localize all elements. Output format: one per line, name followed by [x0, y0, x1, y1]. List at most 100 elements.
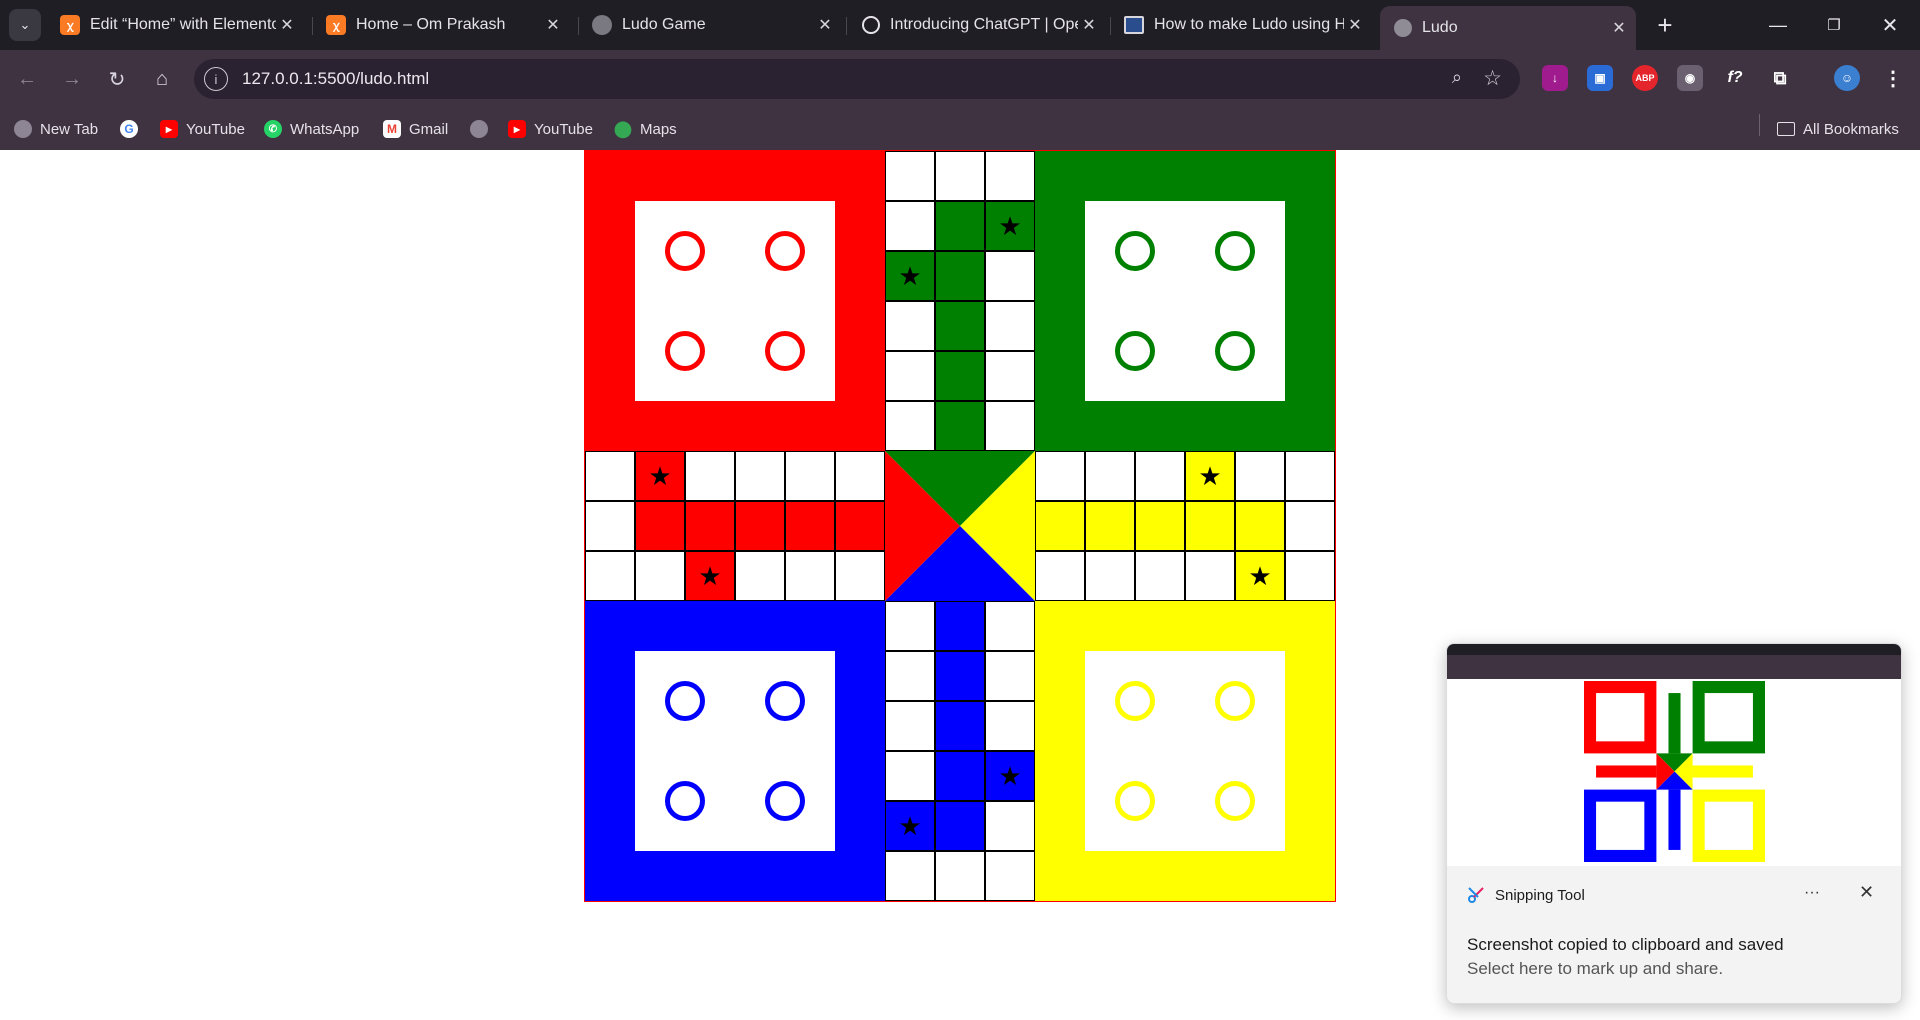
track-cell-top[interactable]	[885, 201, 935, 251]
track-cell-left[interactable]	[635, 501, 685, 551]
track-cell-right[interactable]	[1185, 551, 1235, 601]
track-cell-bottom[interactable]	[935, 801, 985, 851]
track-cell-right[interactable]	[1135, 551, 1185, 601]
track-cell-top[interactable]	[985, 151, 1035, 201]
track-cell-right[interactable]	[1235, 451, 1285, 501]
track-cell-top[interactable]	[985, 351, 1035, 401]
track-cell-left[interactable]	[585, 501, 635, 551]
green-token[interactable]	[1215, 331, 1255, 371]
minimize-icon[interactable]: —	[1752, 0, 1804, 50]
track-cell-right[interactable]	[1135, 501, 1185, 551]
track-cell-right[interactable]	[1085, 451, 1135, 501]
blue-token[interactable]	[665, 681, 705, 721]
restore-icon[interactable]: ❐	[1808, 0, 1860, 50]
tab-om-prakash[interactable]: ꭓ Home – Om Prakash ✕	[312, 8, 570, 42]
tab-ludo-active[interactable]: Ludo ✕	[1380, 6, 1636, 50]
track-cell-right[interactable]	[1285, 451, 1335, 501]
track-cell-top[interactable]	[935, 351, 985, 401]
track-cell-bottom[interactable]	[985, 651, 1035, 701]
track-cell-right[interactable]	[1235, 501, 1285, 551]
track-cell-left[interactable]	[685, 501, 735, 551]
track-cell-bottom[interactable]	[885, 751, 935, 801]
bookmark-youtube-2[interactable]: ▶ YouTube	[508, 116, 593, 142]
track-cell-bottom[interactable]	[985, 701, 1035, 751]
track-cell-left[interactable]	[785, 551, 835, 601]
track-cell-right[interactable]	[1285, 501, 1335, 551]
bookmark-google[interactable]: G	[120, 116, 146, 142]
snipping-tool-notification[interactable]: Snipping Tool ··· ✕ Screenshot copied to…	[1446, 643, 1902, 1004]
tab-ludo-game[interactable]: Ludo Game ✕	[578, 8, 842, 42]
track-cell-top[interactable]	[885, 401, 935, 451]
track-cell-bottom[interactable]: ★	[885, 801, 935, 851]
track-cell-right[interactable]: ★	[1235, 551, 1285, 601]
tab-close-icon[interactable]: ✕	[1078, 15, 1100, 35]
track-cell-bottom[interactable]	[935, 601, 985, 651]
back-arrow-icon[interactable]: ←	[10, 62, 44, 96]
screenshot-preview[interactable]	[1447, 644, 1901, 866]
red-token[interactable]	[765, 231, 805, 271]
home-icon[interactable]: ⌂	[145, 62, 179, 96]
track-cell-top[interactable]	[935, 401, 985, 451]
track-cell-bottom[interactable]	[985, 601, 1035, 651]
track-cell-top[interactable]	[935, 151, 985, 201]
address-url[interactable]: 127.0.0.1:5500/ludo.html	[242, 69, 429, 89]
track-cell-top[interactable]	[885, 151, 935, 201]
bookmark-gmail[interactable]: M Gmail	[383, 116, 448, 142]
tab-elementor[interactable]: ꭓ Edit “Home” with Elementor ✕	[46, 8, 304, 42]
track-cell-top[interactable]	[885, 301, 935, 351]
green-token[interactable]	[1115, 331, 1155, 371]
red-token[interactable]	[665, 331, 705, 371]
track-cell-right[interactable]	[1035, 551, 1085, 601]
tab-search-chevron-icon[interactable]: ⌄	[9, 9, 41, 41]
track-cell-left[interactable]	[835, 551, 885, 601]
track-cell-right[interactable]	[1285, 551, 1335, 601]
profile-avatar[interactable]: ☺	[1834, 65, 1860, 91]
track-cell-bottom[interactable]: ★	[985, 751, 1035, 801]
address-bar[interactable]: i 127.0.0.1:5500/ludo.html ⌕ ☆	[194, 59, 1520, 99]
track-cell-left[interactable]	[785, 451, 835, 501]
track-cell-top[interactable]	[935, 301, 985, 351]
camera-extension-icon[interactable]: ◉	[1677, 65, 1703, 91]
menu-kebab-icon[interactable]: ⋮	[1880, 65, 1906, 91]
track-cell-bottom[interactable]	[935, 751, 985, 801]
track-cell-bottom[interactable]	[985, 801, 1035, 851]
track-cell-right[interactable]	[1085, 501, 1135, 551]
track-cell-left[interactable]	[585, 451, 635, 501]
track-cell-left[interactable]	[735, 451, 785, 501]
track-cell-left[interactable]	[835, 501, 885, 551]
more-options-icon[interactable]: ···	[1804, 884, 1820, 902]
blue-token[interactable]	[765, 681, 805, 721]
track-cell-top[interactable]: ★	[985, 201, 1035, 251]
track-cell-top[interactable]	[985, 401, 1035, 451]
track-cell-right[interactable]	[1185, 501, 1235, 551]
yellow-token[interactable]	[1215, 781, 1255, 821]
track-cell-bottom[interactable]	[935, 851, 985, 901]
formula-extension-icon[interactable]: f?	[1722, 65, 1748, 91]
track-cell-right[interactable]	[1135, 451, 1185, 501]
track-cell-right[interactable]	[1085, 551, 1135, 601]
track-cell-bottom[interactable]	[885, 601, 935, 651]
puzzle-icon[interactable]: ⧉	[1767, 65, 1793, 91]
track-cell-left[interactable]: ★	[635, 451, 685, 501]
bookmark-globe[interactable]	[470, 116, 496, 142]
red-token[interactable]	[765, 331, 805, 371]
track-cell-bottom[interactable]	[885, 701, 935, 751]
track-cell-right[interactable]	[1035, 501, 1085, 551]
track-cell-bottom[interactable]	[935, 701, 985, 751]
bookmark-maps[interactable]: ⬤ Maps	[614, 116, 677, 142]
track-cell-top[interactable]	[935, 251, 985, 301]
track-cell-left[interactable]	[735, 501, 785, 551]
track-cell-top[interactable]: ★	[885, 251, 935, 301]
bookmark-youtube-1[interactable]: ▶ YouTube	[160, 116, 245, 142]
yellow-token[interactable]	[1115, 681, 1155, 721]
bookmark-new-tab[interactable]: New Tab	[14, 116, 98, 142]
blue-token[interactable]	[665, 781, 705, 821]
track-cell-bottom[interactable]	[885, 651, 935, 701]
zoom-icon[interactable]: ⌕	[1452, 67, 1462, 88]
red-token[interactable]	[665, 231, 705, 271]
tab-close-icon[interactable]: ✕	[542, 15, 564, 35]
track-cell-top[interactable]	[935, 201, 985, 251]
track-cell-top[interactable]	[985, 301, 1035, 351]
track-cell-bottom[interactable]	[885, 851, 935, 901]
close-notification-icon[interactable]: ✕	[1859, 882, 1874, 903]
